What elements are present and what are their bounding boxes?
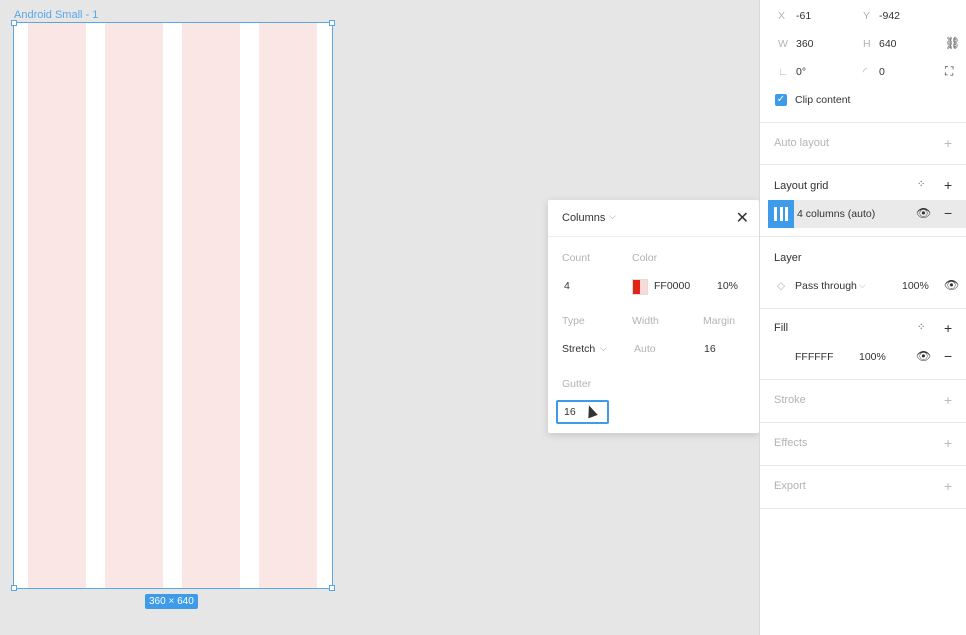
x-label: X	[778, 10, 786, 22]
close-icon[interactable]: ✕	[736, 208, 749, 228]
popover-header: Columns ⌵ ✕	[548, 200, 759, 237]
x-field[interactable]: -61	[796, 10, 811, 22]
add-layout-grid-icon[interactable]: +	[944, 177, 952, 193]
h-label: H	[863, 38, 871, 50]
width-label: Width	[632, 315, 659, 327]
layout-grid-item-label: 4 columns (auto)	[797, 208, 876, 220]
stroke-title: Stroke	[774, 394, 806, 406]
clip-content-checkbox[interactable]: ✓	[775, 94, 787, 106]
type-label: Type	[562, 315, 585, 327]
gutter-label: Gutter	[562, 378, 592, 390]
export-title: Export	[774, 480, 806, 492]
independent-corners-icon[interactable]: ⛶	[945, 64, 953, 79]
w-label: W	[778, 38, 788, 50]
layer-title: Layer	[774, 252, 802, 264]
constrain-proportions-icon[interactable]: ⛓	[945, 36, 960, 50]
color-label: Color	[632, 252, 658, 264]
add-effect-icon[interactable]: +	[944, 435, 952, 451]
divider	[760, 122, 966, 123]
divider	[760, 465, 966, 466]
chevron-down-icon[interactable]: ⌵	[859, 280, 866, 291]
rotation-field[interactable]: 0°	[796, 66, 806, 78]
grid-styles-icon[interactable]: ⁘	[917, 179, 925, 190]
clip-content-label[interactable]: Clip content	[795, 94, 850, 106]
chevron-down-icon[interactable]: ⌵	[609, 211, 616, 222]
effects-title: Effects	[774, 437, 808, 449]
margin-label: Margin	[703, 315, 736, 327]
grid-column	[259, 23, 317, 588]
h-field[interactable]: 640	[879, 38, 897, 50]
color-opacity-field[interactable]: 10%	[717, 280, 738, 292]
divider	[760, 508, 966, 509]
layout-grid-item[interactable]: 4 columns (auto) 👁 −	[768, 200, 966, 228]
eye-icon[interactable]: 👁	[916, 349, 931, 363]
color-hex-field[interactable]: FF0000	[654, 280, 690, 292]
width-field[interactable]: Auto	[634, 343, 656, 355]
layout-grid-title: Layout grid	[774, 180, 829, 192]
y-field[interactable]: -942	[879, 10, 900, 22]
type-dropdown[interactable]: Stretch	[562, 343, 595, 355]
resize-handle-top-left[interactable]	[11, 20, 17, 26]
fill-styles-icon[interactable]: ⁘	[917, 322, 925, 333]
frame-label[interactable]: Android Small - 1	[14, 9, 98, 21]
fill-title: Fill	[774, 322, 789, 334]
count-field[interactable]: 4	[564, 280, 570, 292]
columns-popover: Columns ⌵ ✕ Count Color 4 FF0000 10% Typ…	[548, 200, 759, 433]
remove-icon[interactable]: −	[944, 205, 952, 221]
count-label: Count	[562, 252, 591, 264]
margin-field[interactable]: 16	[704, 343, 716, 355]
gutter-input[interactable]: 16	[556, 400, 609, 424]
eye-icon[interactable]: 👁	[944, 278, 959, 292]
frame-android-small[interactable]	[13, 22, 333, 589]
color-swatch[interactable]	[632, 279, 648, 295]
blend-icon: ◇	[777, 280, 786, 292]
grid-column	[105, 23, 163, 588]
remove-icon[interactable]: −	[944, 348, 952, 364]
auto-layout-title: Auto layout	[774, 137, 830, 149]
add-auto-layout-icon[interactable]: +	[944, 135, 952, 151]
w-field[interactable]: 360	[796, 38, 814, 50]
add-fill-icon[interactable]: +	[944, 320, 952, 336]
grid-settings-icon[interactable]	[768, 200, 794, 228]
fill-hex-field[interactable]: FFFFFF	[795, 351, 833, 363]
divider	[760, 422, 966, 423]
add-stroke-icon[interactable]: +	[944, 392, 952, 408]
y-label: Y	[863, 10, 871, 22]
eye-icon[interactable]: 👁	[916, 206, 931, 220]
resize-handle-bottom-right[interactable]	[329, 585, 335, 591]
layer-opacity-field[interactable]: 100%	[902, 280, 929, 292]
size-badge: 360 × 640	[145, 594, 198, 609]
divider	[760, 308, 966, 309]
grid-type-dropdown[interactable]: Columns	[562, 212, 605, 224]
divider	[760, 164, 966, 165]
fill-opacity-field[interactable]: 100%	[859, 351, 886, 363]
grid-column	[182, 23, 240, 588]
resize-handle-top-right[interactable]	[329, 20, 335, 26]
corner-radius-icon: ◜	[863, 66, 868, 78]
add-export-icon[interactable]: +	[944, 478, 952, 494]
blend-mode-dropdown[interactable]: Pass through	[795, 280, 857, 292]
divider	[760, 236, 966, 237]
corner-radius-field[interactable]: 0	[879, 66, 885, 78]
chevron-down-icon[interactable]: ⌵	[600, 343, 607, 354]
properties-panel: X -61 Y -942 W 360 H 640 ⛓ ∟ 0° ◜ 0 ⛶ ✓ …	[759, 0, 966, 635]
grid-column	[28, 23, 86, 588]
resize-handle-bottom-left[interactable]	[11, 585, 17, 591]
divider	[760, 379, 966, 380]
rotation-icon: ∟	[778, 66, 789, 78]
